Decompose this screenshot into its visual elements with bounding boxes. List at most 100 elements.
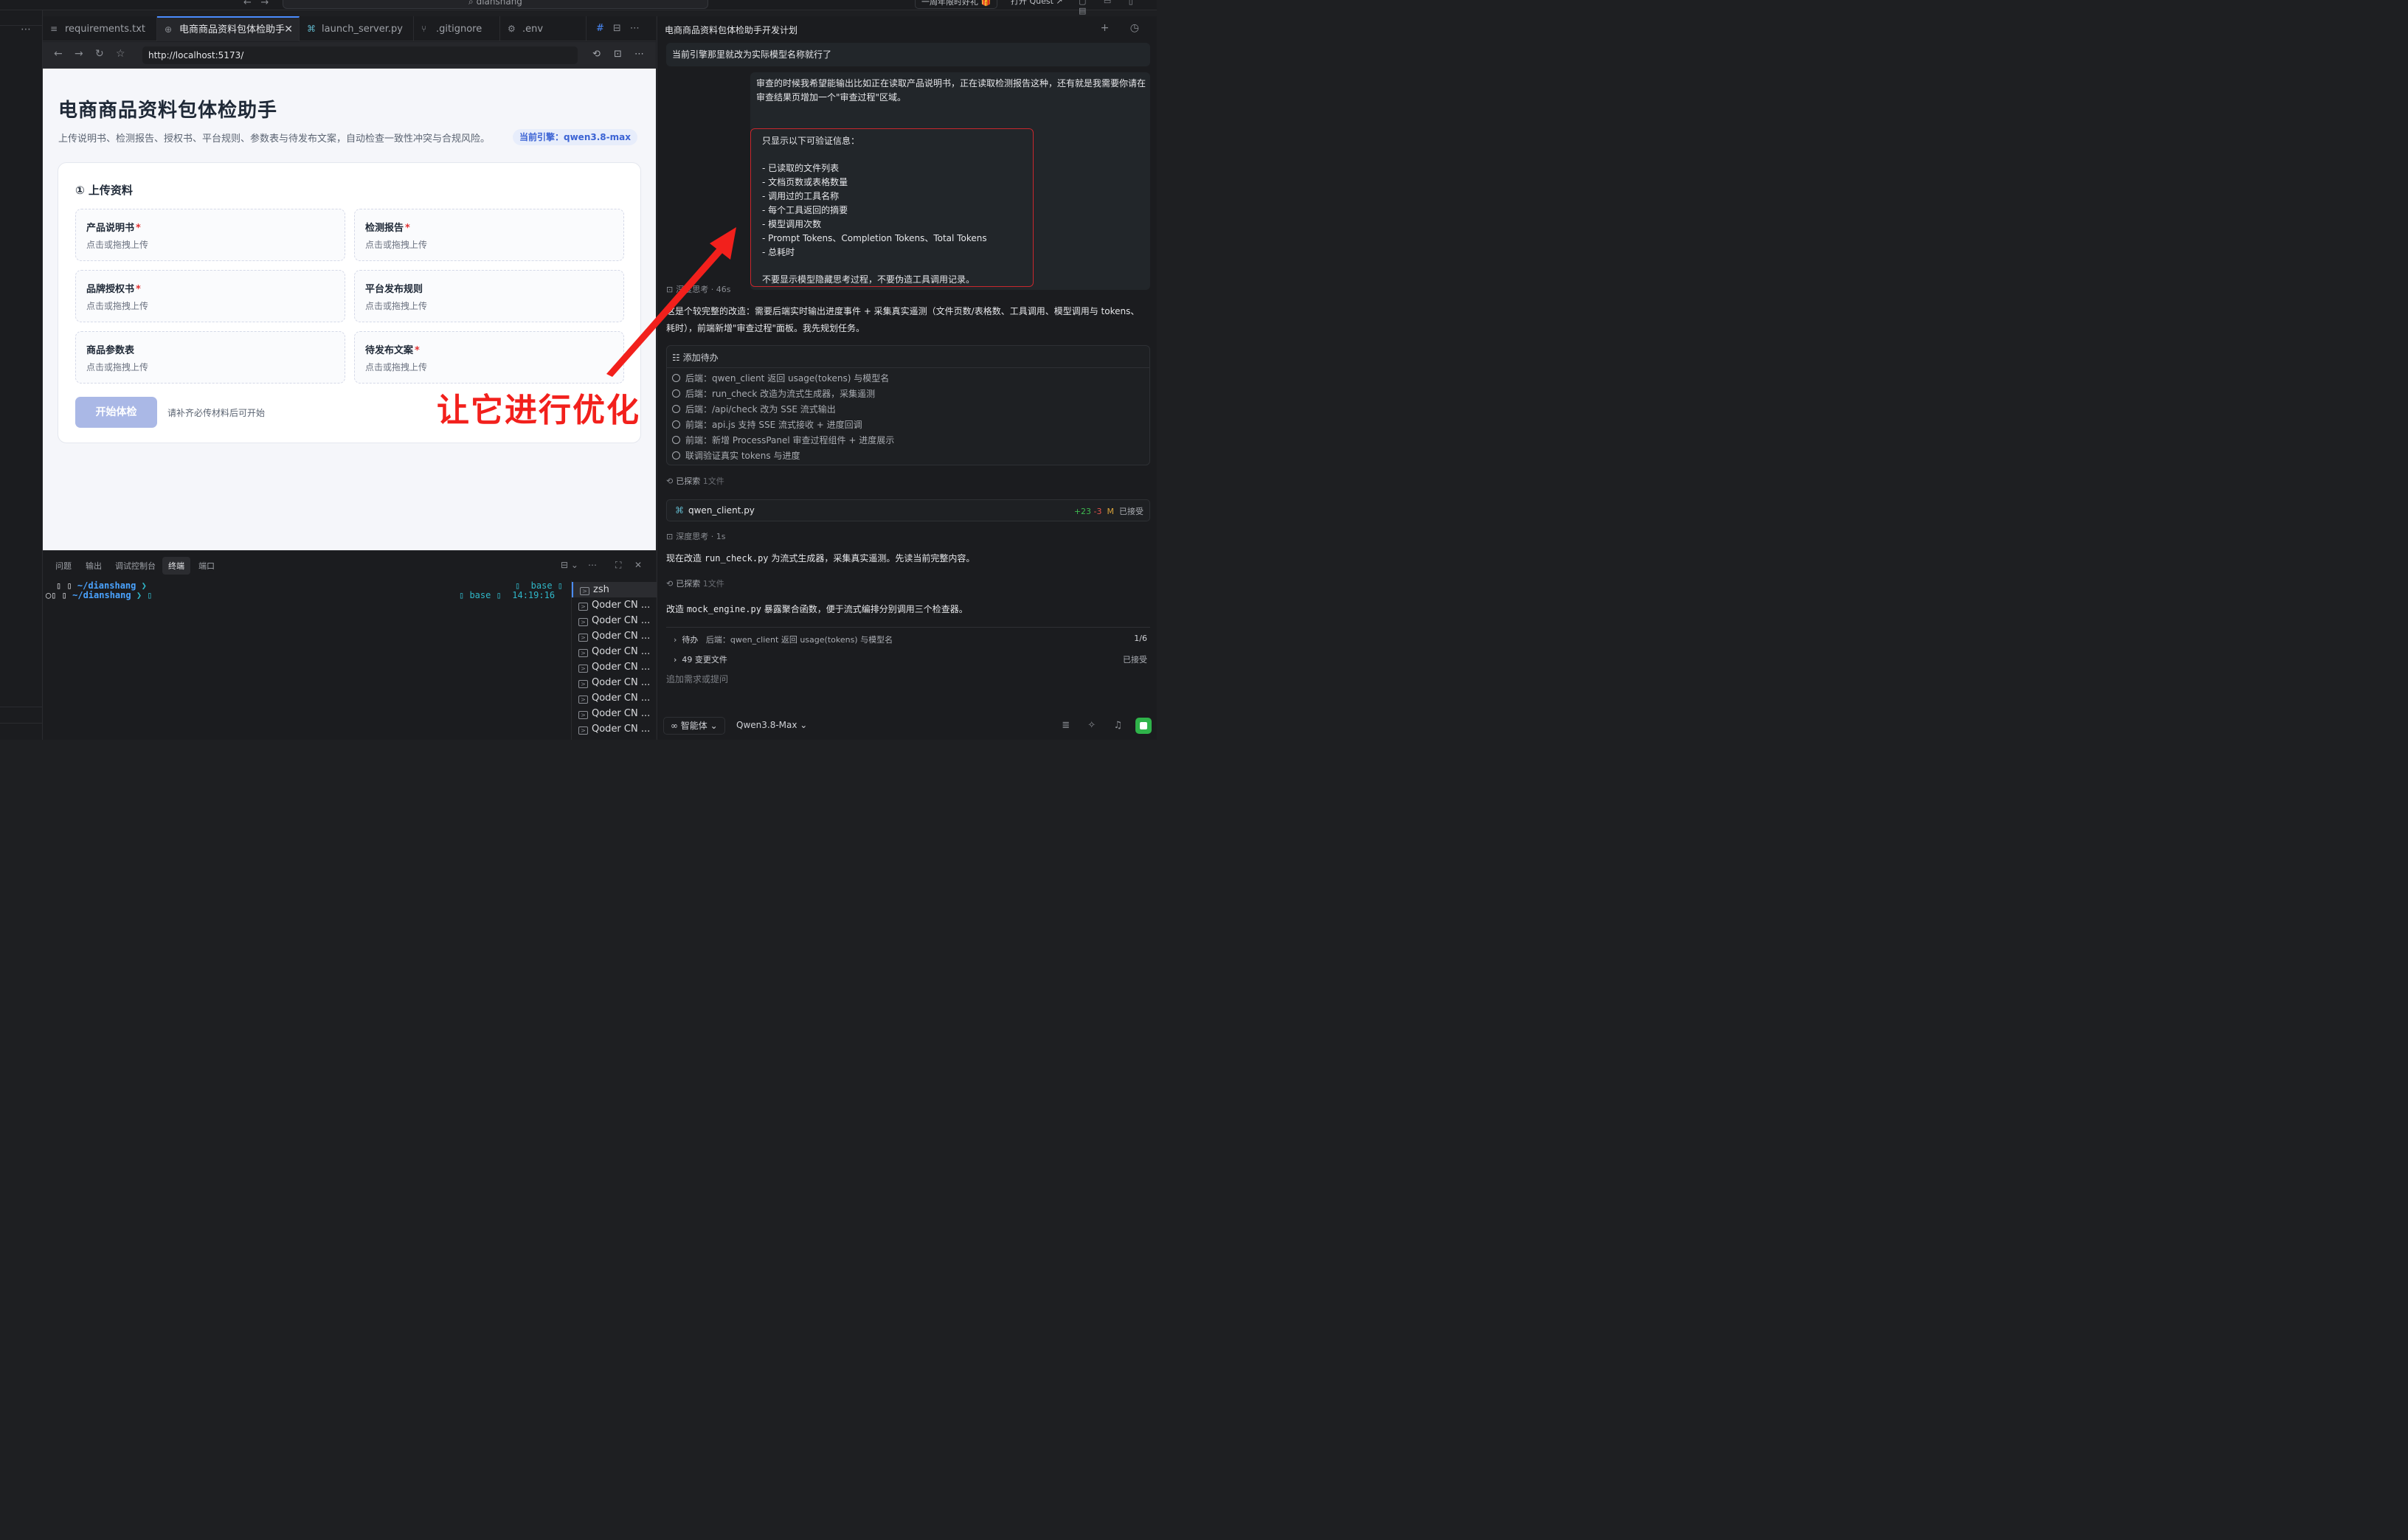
explored-indicator[interactable]: ⟲ 已探索 1文件 [666, 475, 724, 487]
slot-hint: 点击或拖拽上传 [86, 301, 149, 311]
close-icon[interactable]: ✕ [634, 560, 642, 570]
assistant-reply: 改造 mock_engine.py 暴露聚合函数，便于流式编排分别调用三个检查器… [666, 601, 1146, 618]
tab-launch-server[interactable]: ⌘ launch_server.py [300, 16, 414, 41]
upload-slot-platform-rules[interactable]: 平台发布规则 点击或拖拽上传 [354, 270, 624, 322]
bottom-panel: 问题 输出 调试控制台 终端 端口 ⊟ ⌄ ⋯ ⛶ ✕ ▯ ▯ ~/diansh… [43, 550, 657, 740]
input-tool-icons[interactable]: ≣ ✧ ♫ [1062, 720, 1129, 731]
terminal-icon: > [578, 680, 588, 688]
tab-problems[interactable]: 问题 [55, 560, 72, 572]
session-label: Qoder CN ... [592, 662, 651, 673]
explored-count: 1文件 [702, 476, 724, 486]
tab-browser-preview[interactable]: ⊕ 电商商品资料包体检助手 ✕ [157, 16, 300, 41]
box-line: 不要显示模型隐藏思考过程，不要伪造工具调用记录。 [762, 274, 975, 285]
terminal-session[interactable]: > Qoder CN ... [578, 659, 650, 675]
back-icon[interactable]: ← [54, 48, 63, 60]
command-search[interactable]: ⌕ dianshang [283, 0, 708, 9]
more-icon[interactable]: ⋯ [634, 49, 644, 60]
text-file-icon: ≡ [50, 24, 58, 34]
reply-text: 现在改造 [666, 553, 705, 563]
forward-icon[interactable]: → [75, 48, 83, 60]
slot-label: 产品说明书 [86, 223, 135, 234]
terminal-session[interactable]: > Qoder CN ... [578, 721, 650, 737]
terminal-icon: > [578, 603, 588, 611]
changed-files-status: 已接受 [1123, 655, 1147, 665]
more-icon[interactable]: ⋯ [588, 560, 597, 570]
activity-bar: ⋯ [0, 10, 43, 740]
upload-slot-copy[interactable]: 待发布文案 * 点击或拖拽上传 [354, 331, 624, 384]
chat-input[interactable]: 追加需求或提问 [666, 673, 728, 685]
chat-header-icons[interactable]: + ◷ [1101, 22, 1148, 34]
terminal-session[interactable]: > Qoder CN ... [578, 706, 650, 721]
terminal-session[interactable]: > Qoder CN ... [578, 597, 650, 613]
upload-slot-params[interactable]: 商品参数表 点击或拖拽上传 [75, 331, 345, 384]
upload-slot-manual[interactable]: 产品说明书 * 点击或拖拽上传 [75, 209, 345, 261]
file-name: ⌘ qwen_client.py [675, 505, 755, 516]
terminal-session[interactable]: > Qoder CN ... [578, 644, 650, 659]
todo-title: 添加待办 [682, 353, 719, 363]
pending-row[interactable]: › 待办 后端：qwen_client 返回 usage(tokens) 与模型… [674, 634, 893, 645]
split-editor-icon[interactable]: ⊟ [613, 23, 621, 34]
slot-name: 平台发布规则 [365, 281, 424, 295]
explored-label: 已探索 [676, 579, 701, 589]
terminal-icon: > [578, 618, 588, 626]
tab-terminal[interactable]: 终端 [162, 557, 190, 575]
split-terminal-icon[interactable]: ⊟ ⌄ [561, 560, 578, 570]
tab-ports[interactable]: 端口 [198, 560, 215, 572]
slot-hint: 点击或拖拽上传 [365, 362, 428, 372]
explore-icon: ⟲ [666, 579, 674, 589]
tab-label: .env [522, 24, 544, 35]
close-icon[interactable]: ✕ [284, 18, 293, 41]
ai-chat-panel: 电商商品资料包体检助手开发计划 + ◷ 当前引擎那里就改为实际模型名称就行了 审… [657, 16, 1157, 740]
maximize-icon[interactable]: ⛶ [615, 560, 621, 571]
stop-button[interactable] [1135, 718, 1152, 734]
tab-output[interactable]: 输出 [86, 560, 102, 572]
reload-icon[interactable]: ↻ [95, 48, 104, 60]
lines-added: +23 [1073, 507, 1092, 516]
terminal-session[interactable]: > Qoder CN ... [578, 613, 650, 628]
hash-icon[interactable]: # [596, 23, 604, 34]
box-line: 只显示以下可验证信息： [762, 136, 860, 146]
layout-icons[interactable]: ▢ ▭ ▯ ▤ [1079, 0, 1157, 15]
tab-debug-console[interactable]: 调试控制台 [115, 560, 156, 572]
model-select[interactable]: Qwen3.8-Max ⌄ [736, 720, 807, 730]
thinking-indicator[interactable]: ⊡ 深度思考 · 1s [666, 530, 725, 542]
terminal-output[interactable]: ▯ ▯ ~/dianshang ❯ ◯▯ ▯ ~/dianshang ❯ ▯ ▯… [46, 580, 572, 740]
box-line: - 每个工具返回的摘要 [762, 205, 848, 215]
upload-slot-test-report[interactable]: 检测报告 * 点击或拖拽上传 [354, 209, 624, 261]
tab-gitignore[interactable]: ⑂ .gitignore [414, 16, 500, 41]
start-check-button[interactable]: 开始体检 [75, 397, 157, 428]
changed-files-label: 49 变更文件 [682, 655, 727, 665]
explored-indicator[interactable]: ⟲ 已探索 1文件 [666, 578, 724, 589]
forward-arrow-icon[interactable]: → [260, 0, 269, 8]
changed-files-row[interactable]: › 49 变更文件 [674, 653, 727, 665]
agent-mode-select[interactable]: ∞ 智能体 ⌄ [663, 717, 725, 735]
devtools-icon[interactable]: ⟲ [592, 49, 601, 60]
url-input[interactable]: http://localhost:5173/ [142, 46, 578, 64]
upload-slot-brand-auth[interactable]: 品牌授权书 * 点击或拖拽上传 [75, 270, 345, 322]
more-icon[interactable]: ⋯ [630, 23, 640, 34]
terminal-session[interactable]: > Qoder CN ... [578, 690, 650, 706]
thinking-indicator[interactable]: ⊡ 深度思考 · 46s [666, 283, 730, 295]
prompt-chevron: ❯ ▯ [131, 590, 153, 600]
pending-count: 1/6 [1134, 634, 1147, 643]
promo-badge[interactable]: 一周年限时好礼 🎁 [915, 0, 998, 9]
back-arrow-icon[interactable]: ← [243, 0, 252, 8]
message-text: 审查的时候我希望能输出比如正在读取产品说明书，正在读取检测报告这种，还有就是我需… [756, 78, 1146, 103]
tab-requirements[interactable]: ≡ requirements.txt [43, 16, 157, 41]
slot-label: 检测报告 [365, 223, 404, 234]
terminal-session[interactable]: > zsh [572, 582, 657, 597]
box-line: - Prompt Tokens、Completion Tokens、Total … [762, 233, 987, 243]
terminal-session[interactable]: > Qoder CN ... [578, 675, 650, 690]
file-change-card[interactable]: ⌘ qwen_client.py +23 -3 M 已接受 [666, 499, 1150, 521]
session-label: Qoder CN ... [592, 708, 651, 719]
star-icon[interactable]: ☆ [116, 48, 125, 60]
slot-name: 产品说明书 * [86, 220, 141, 234]
file-label: qwen_client.py [688, 505, 755, 516]
open-quest-button[interactable]: 打开 Quest ↗ [1005, 0, 1069, 9]
explored-count: 1文件 [702, 579, 724, 589]
screenshot-icon[interactable]: ⊡ [614, 49, 622, 60]
history-nav[interactable]: ← → [243, 0, 269, 8]
terminal-session[interactable]: > Qoder CN ... [578, 628, 650, 644]
explore-icon: ⟲ [666, 476, 674, 486]
tab-env[interactable]: ⚙ .env [500, 16, 587, 41]
